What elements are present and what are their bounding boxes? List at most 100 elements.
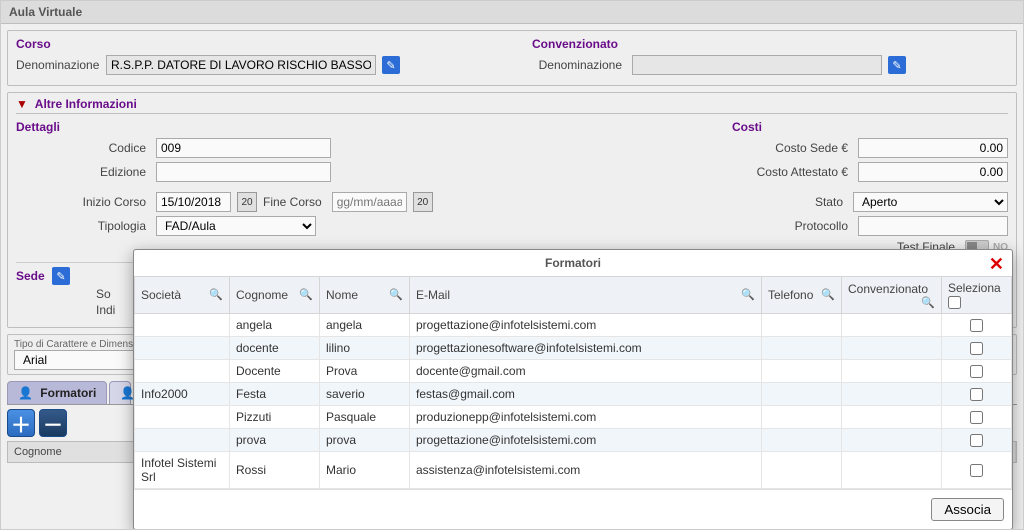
- add-button[interactable]: ＋: [7, 409, 35, 437]
- codice-input[interactable]: [156, 138, 331, 158]
- cell-convenzionato: [842, 406, 942, 429]
- search-icon[interactable]: 🔍: [389, 288, 403, 301]
- codice-label: Codice: [16, 141, 146, 155]
- cell-societa: [135, 314, 230, 337]
- table-row[interactable]: Info2000Festasaveriofestas@gmail.com: [135, 383, 1012, 406]
- cell-email: progettazionesoftware@infotelsistemi.com: [410, 337, 762, 360]
- protocollo-input[interactable]: [858, 216, 1008, 236]
- search-icon[interactable]: 🔍: [209, 288, 223, 301]
- cell-convenzionato: [842, 452, 942, 489]
- conv-denom-label: Denominazione: [532, 58, 622, 72]
- th-societa[interactable]: Società🔍: [135, 277, 230, 314]
- cell-societa: [135, 360, 230, 383]
- calendar-inizio-icon[interactable]: 20: [237, 192, 257, 212]
- tab-second[interactable]: 👤: [109, 381, 131, 404]
- table-row[interactable]: Infotel Sistemi SrlRossiMarioassistenza@…: [135, 452, 1012, 489]
- person-icon: 👤: [18, 386, 33, 400]
- convenzionato-header: Convenzionato: [532, 37, 1008, 51]
- search-icon[interactable]: 🔍: [299, 288, 313, 301]
- th-nome[interactable]: Nome🔍: [320, 277, 410, 314]
- calendar-fine-icon[interactable]: 20: [413, 192, 433, 212]
- edit-conv-icon[interactable]: ✎: [888, 56, 906, 74]
- select-all-checkbox[interactable]: [948, 296, 961, 309]
- cell-telefono: [762, 429, 842, 452]
- window-title: Aula Virtuale: [1, 1, 1023, 24]
- cell-telefono: [762, 406, 842, 429]
- edizione-label: Edizione: [16, 165, 146, 179]
- corso-denom-label: Denominazione: [16, 58, 96, 72]
- cell-cognome: Docente: [230, 360, 320, 383]
- dettagli-header: Dettagli: [16, 120, 492, 134]
- stato-select[interactable]: Aperto: [853, 192, 1008, 212]
- edit-sede-icon[interactable]: ✎: [52, 267, 70, 285]
- row-select-checkbox[interactable]: [970, 388, 983, 401]
- corso-panel: Corso Denominazione ✎ Convenzionato Deno…: [7, 30, 1017, 86]
- cell-email: produzionepp@infotelsistemi.com: [410, 406, 762, 429]
- row-select-checkbox[interactable]: [970, 319, 983, 332]
- table-row[interactable]: angelaangelaprogettazione@infotelsistemi…: [135, 314, 1012, 337]
- costo-attestato-input[interactable]: [858, 162, 1008, 182]
- stato-label: Stato: [815, 195, 843, 209]
- row-select-checkbox[interactable]: [970, 365, 983, 378]
- costo-sede-label: Costo Sede €: [775, 141, 848, 155]
- cell-convenzionato: [842, 383, 942, 406]
- th-email[interactable]: E-Mail🔍: [410, 277, 762, 314]
- tipologia-select[interactable]: FAD/Aula: [156, 216, 316, 236]
- cell-nome: saverio: [320, 383, 410, 406]
- dialog-close-icon[interactable]: ✕: [989, 254, 1004, 275]
- cell-telefono: [762, 452, 842, 489]
- cell-telefono: [762, 314, 842, 337]
- search-icon[interactable]: 🔍: [741, 288, 755, 301]
- cell-nome: Prova: [320, 360, 410, 383]
- th-seleziona[interactable]: Seleziona: [942, 277, 1012, 314]
- table-row[interactable]: PizzutiPasqualeproduzionepp@infotelsiste…: [135, 406, 1012, 429]
- cell-convenzionato: [842, 360, 942, 383]
- table-row[interactable]: docentelilinoprogettazionesoftware@infot…: [135, 337, 1012, 360]
- altre-info-header[interactable]: ▼ Altre Informazioni: [16, 95, 1008, 114]
- row-select-checkbox[interactable]: [970, 464, 983, 477]
- th-telefono[interactable]: Telefono🔍: [762, 277, 842, 314]
- th-convenzionato[interactable]: Convenzionato🔍: [842, 277, 942, 314]
- remove-button[interactable]: －: [39, 409, 67, 437]
- cell-nome: prova: [320, 429, 410, 452]
- cell-cognome: docente: [230, 337, 320, 360]
- protocollo-label: Protocollo: [795, 219, 848, 233]
- edizione-input[interactable]: [156, 162, 331, 182]
- cell-nome: Mario: [320, 452, 410, 489]
- cell-nome: angela: [320, 314, 410, 337]
- cell-email: progettazione@infotelsistemi.com: [410, 429, 762, 452]
- cell-societa: [135, 429, 230, 452]
- cell-telefono: [762, 337, 842, 360]
- cell-cognome: prova: [230, 429, 320, 452]
- search-icon[interactable]: 🔍: [921, 296, 935, 309]
- inizio-corso-input[interactable]: [156, 192, 231, 212]
- altre-info-title: Altre Informazioni: [35, 97, 137, 111]
- cell-societa: Infotel Sistemi Srl: [135, 452, 230, 489]
- cell-societa: [135, 406, 230, 429]
- search-icon[interactable]: 🔍: [821, 288, 835, 301]
- corso-header: Corso: [16, 37, 492, 51]
- table-row[interactable]: DocenteProvadocente@gmail.com: [135, 360, 1012, 383]
- tab-formatori[interactable]: 👤 Formatori: [7, 381, 107, 404]
- cell-convenzionato: [842, 314, 942, 337]
- dialog-title: Formatori: [545, 256, 601, 270]
- cell-nome: Pasquale: [320, 406, 410, 429]
- row-select-checkbox[interactable]: [970, 342, 983, 355]
- costo-sede-input[interactable]: [858, 138, 1008, 158]
- th-cognome[interactable]: Cognome🔍: [230, 277, 320, 314]
- fine-corso-label: Fine Corso: [263, 195, 322, 209]
- cell-email: progettazione@infotelsistemi.com: [410, 314, 762, 337]
- collapse-triangle-icon: ▼: [16, 97, 28, 111]
- cell-nome: lilino: [320, 337, 410, 360]
- table-row[interactable]: provaprovaprogettazione@infotelsistemi.c…: [135, 429, 1012, 452]
- row-select-checkbox[interactable]: [970, 411, 983, 424]
- conv-denom-input: [632, 55, 882, 75]
- edit-corso-icon[interactable]: ✎: [382, 56, 400, 74]
- fine-corso-input[interactable]: [332, 192, 407, 212]
- associa-button[interactable]: Associa: [931, 498, 1004, 521]
- cell-societa: [135, 337, 230, 360]
- cell-cognome: Rossi: [230, 452, 320, 489]
- row-select-checkbox[interactable]: [970, 434, 983, 447]
- cell-societa: Info2000: [135, 383, 230, 406]
- corso-denom-input: [106, 55, 376, 75]
